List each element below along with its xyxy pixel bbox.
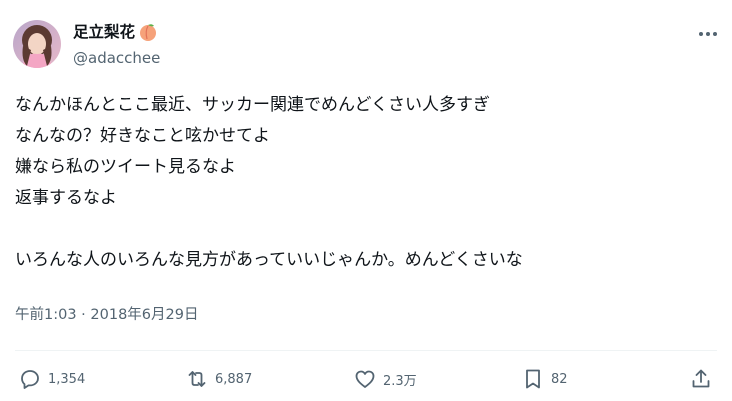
tweet-text-line: いろんな人のいろんな見方があっていいじゃんか。めんどくさいな xyxy=(15,250,523,270)
tweet-text-line: 返事するなよ xyxy=(15,188,117,208)
author-handle[interactable]: @adacchee xyxy=(73,48,160,68)
reply-count: 1,354 xyxy=(48,371,86,387)
author-name-row: 足立梨花 xyxy=(73,22,158,42)
tweet-text-line: なんなの？好きなこと呟かせてよ xyxy=(15,126,270,146)
bookmark-icon xyxy=(526,369,540,389)
reply-icon xyxy=(21,370,39,389)
action-bar: 1,354 6,887 2.3万 82 xyxy=(0,362,732,396)
retweet-button[interactable]: 6,887 xyxy=(185,362,252,396)
heart-icon xyxy=(355,370,375,388)
retweet-icon xyxy=(188,371,206,387)
tweet-card: 足立梨花 @adacchee なんかほんとここ最近、サッカー関連でめんどくさい人… xyxy=(0,0,732,401)
tweet-text: なんかほんとここ最近、サッカー関連でめんどくさい人多すぎ なんなの？好きなこと呟… xyxy=(15,90,715,276)
peach-emoji-icon xyxy=(138,22,158,42)
bookmark-count: 82 xyxy=(551,371,568,387)
reply-button[interactable]: 1,354 xyxy=(18,362,85,396)
like-button[interactable]: 2.3万 xyxy=(353,362,417,396)
share-button[interactable] xyxy=(689,362,713,396)
bookmark-button[interactable]: 82 xyxy=(521,362,568,396)
avatar-image xyxy=(13,20,61,68)
more-options-button[interactable] xyxy=(694,22,722,46)
tweet-text-line: なんかほんとここ最近、サッカー関連でめんどくさい人多すぎ xyxy=(15,95,490,115)
divider xyxy=(15,350,717,351)
avatar[interactable] xyxy=(13,20,61,68)
tweet-text-line xyxy=(15,214,715,245)
share-icon xyxy=(692,369,710,388)
tweet-timestamp[interactable]: 午前1:03 · 2018年6月29日 xyxy=(15,305,198,325)
more-horizontal-icon xyxy=(699,32,717,36)
tweet-text-line: 嫌なら私のツイート見るなよ xyxy=(15,157,236,177)
like-count: 2.3万 xyxy=(383,373,417,389)
display-name[interactable]: 足立梨花 xyxy=(73,22,135,42)
retweet-count: 6,887 xyxy=(215,371,253,387)
